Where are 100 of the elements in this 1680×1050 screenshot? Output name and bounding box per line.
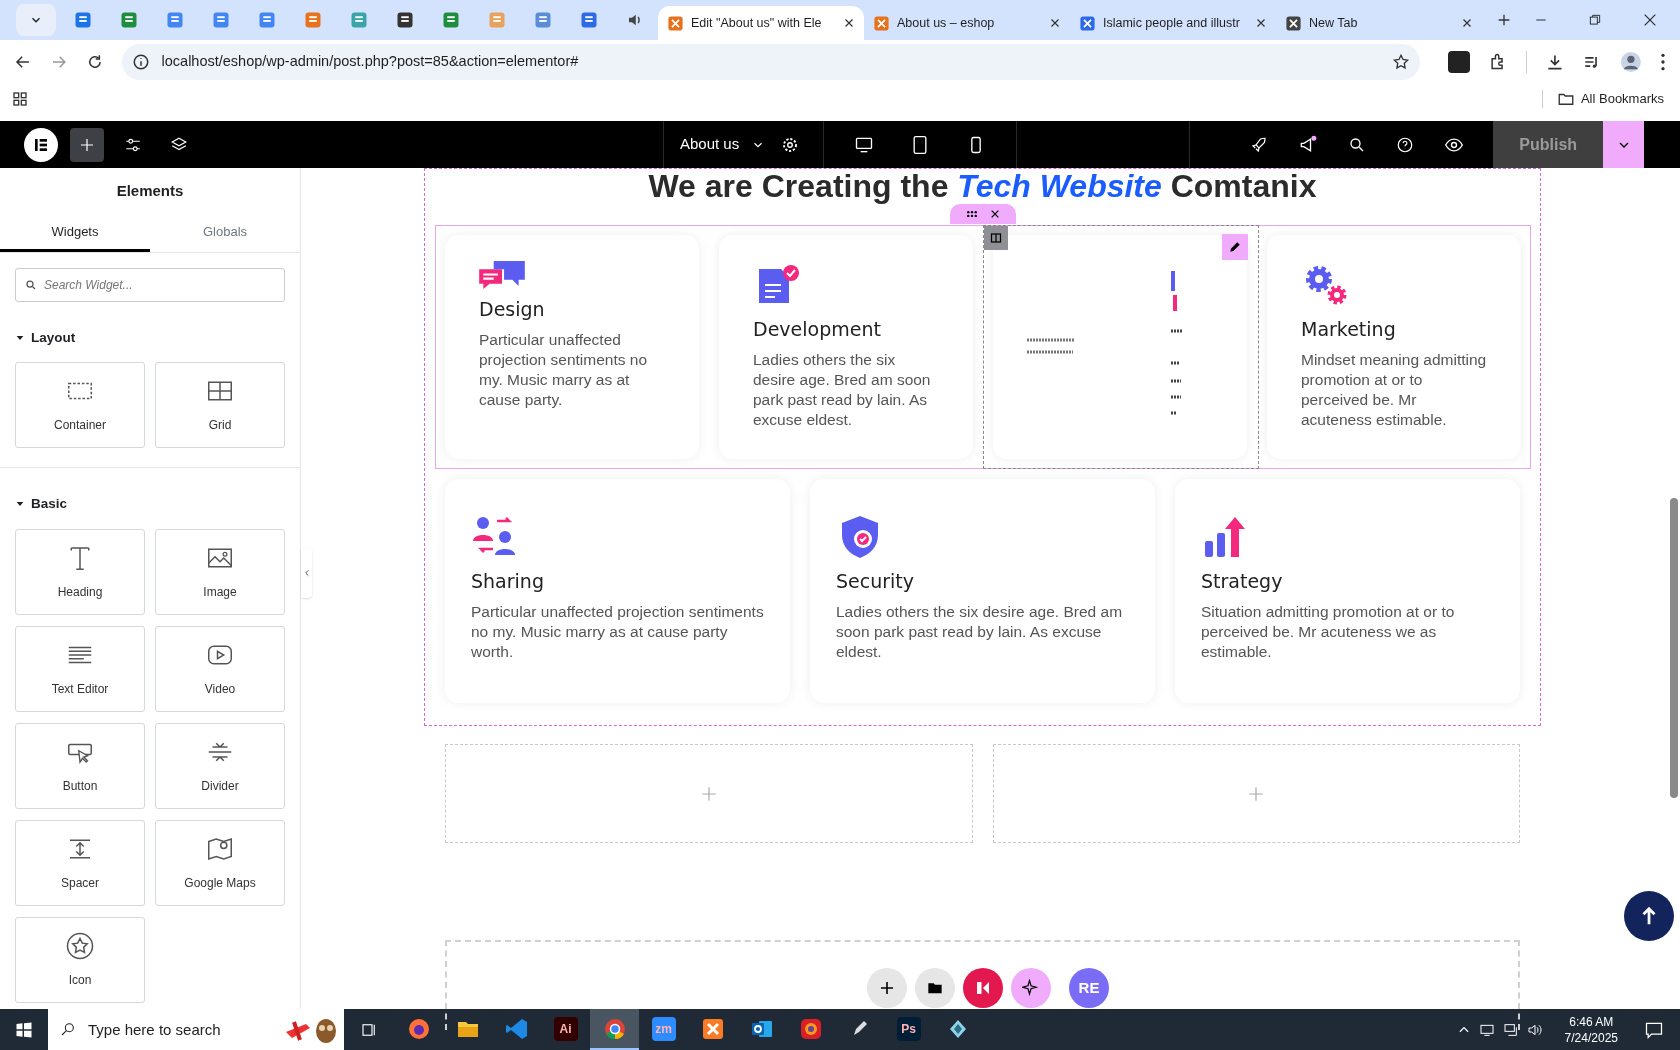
card-text: Mindset meaning admitting promotion at or to perceived be. Mr acuteness estimable.	[1301, 349, 1487, 430]
folder-icon	[927, 980, 943, 996]
add-section-button[interactable]	[867, 968, 907, 1008]
panel-tab[interactable]: Globals	[150, 214, 300, 252]
rocket-icon[interactable]	[1250, 135, 1269, 154]
widget-tile[interactable]: Divider	[155, 722, 285, 809]
section-heading: We are Creating the Tech Website Comtanix	[647, 169, 1318, 203]
publish-button[interactable]: Publish	[1493, 121, 1604, 168]
widget-tile[interactable]: Heading	[15, 528, 145, 615]
widget-tile[interactable]: Google Maps	[155, 819, 285, 906]
address-bar[interactable]: localhost/eshop/wp-admin/post.php?post=85&action=elementor#	[121, 44, 1420, 80]
page-title-dropdown[interactable]: About us	[664, 121, 782, 168]
plus-icon	[879, 980, 895, 996]
apps-icon[interactable]	[12, 90, 28, 107]
windows-icon	[15, 1020, 33, 1039]
more-icon[interactable]	[1660, 52, 1666, 72]
section-title[interactable]: Layout	[31, 328, 76, 349]
card-title: Sharing	[471, 569, 545, 594]
widget-tile[interactable]: Grid	[155, 362, 285, 449]
cloud-app-icon	[798, 1016, 823, 1041]
plus-icon	[699, 784, 718, 803]
drag-icon[interactable]	[966, 209, 978, 219]
taskbar-app[interactable]: Ps	[884, 1009, 933, 1050]
addon-button[interactable]: RE	[1069, 968, 1109, 1008]
plus-icon	[79, 136, 95, 153]
panel-collapse-handle[interactable]	[301, 548, 312, 598]
container-handle[interactable]	[950, 204, 1016, 224]
app-badge: zm	[651, 1016, 676, 1041]
close-icon[interactable]	[1642, 12, 1658, 28]
browser-tab[interactable]: Edit "About us" with Ele	[658, 6, 864, 40]
add-element-button[interactable]	[70, 127, 104, 162]
plus-icon	[1247, 784, 1266, 803]
taskbar-app[interactable]: Ai	[541, 1009, 590, 1050]
star-icon[interactable]	[1392, 53, 1410, 71]
help-icon[interactable]	[1396, 135, 1415, 154]
tab-title: Edit "About us" with Ele	[691, 14, 822, 32]
card-text: Situation admitting promotion at or to perceived be. Mr acuteness we as estimable.	[1201, 601, 1456, 662]
tab-title: About us – eshop	[897, 14, 995, 32]
browser-tab[interactable]: About us – eshop	[864, 6, 1070, 40]
widget-tile[interactable]: Container	[15, 362, 145, 449]
sparkle-icon	[1022, 979, 1040, 997]
browser-tab[interactable]: New Tab	[1276, 6, 1482, 40]
url-text: localhost/eshop/wp-admin/post.php?post=85&action=elementor#	[161, 52, 580, 72]
taskbar-search-field[interactable]: Type here to search	[48, 1009, 344, 1050]
clock-time[interactable]: 6:46 AM	[1569, 1013, 1614, 1030]
pencil-icon	[1228, 240, 1242, 254]
widget-tile[interactable]: Button	[15, 722, 145, 809]
card-title: Strategy	[1201, 569, 1284, 594]
clock-date[interactable]: 7/24/2025	[1564, 1029, 1618, 1046]
search-field[interactable]: Search Widget...	[15, 268, 285, 302]
card-title: Design	[479, 297, 546, 322]
extension-icon[interactable]	[1448, 51, 1470, 73]
search-icon	[60, 1021, 76, 1037]
new-tab-icon[interactable]	[1496, 12, 1512, 28]
close-icon[interactable]	[843, 17, 855, 29]
firefox-icon	[406, 1016, 431, 1041]
column-handle[interactable]	[984, 226, 1008, 250]
widget-tile[interactable]: Image	[155, 528, 285, 615]
avatar-icon[interactable]	[1620, 51, 1643, 73]
gear-icon[interactable]	[781, 135, 800, 154]
template-library-button[interactable]	[915, 968, 955, 1008]
tab-title: New Tab	[1309, 14, 1358, 32]
section-title[interactable]: Basic	[31, 494, 68, 515]
chat-icon	[479, 261, 525, 289]
megaphone-icon[interactable]	[1298, 134, 1319, 155]
card-text: Particular unaffected projection sentiments no my. Music marry as at cause party.	[479, 329, 648, 410]
logo-mark-icon	[33, 136, 49, 153]
close-icon[interactable]	[1255, 17, 1267, 29]
edit-widget-button[interactable]	[1222, 234, 1248, 260]
tab-title: Islamic people and illustr	[1103, 14, 1240, 32]
bookmarks-link[interactable]: All Bookmarks	[1580, 88, 1664, 109]
kit-button[interactable]	[963, 968, 1003, 1008]
search-icon	[25, 279, 37, 291]
chevron-left-icon	[302, 569, 311, 577]
scroll-to-top-button[interactable]	[1624, 891, 1674, 941]
xampp-icon	[700, 1016, 725, 1041]
elementor-logo[interactable]	[24, 127, 58, 162]
widget-tile[interactable]: Video	[155, 625, 285, 712]
widget-tile[interactable]: Icon	[15, 916, 145, 1003]
browser-tab[interactable]: Islamic people and illustr	[1070, 6, 1276, 40]
display-icon[interactable]	[1502, 1021, 1519, 1038]
card-text: Ladies others the six desire age. Bred am soon park past read by lain. As excuse eldest.	[836, 601, 1124, 662]
close-icon[interactable]	[1461, 17, 1473, 29]
widget-tile[interactable]: Spacer	[15, 819, 145, 906]
panel-title: Elements	[115, 180, 185, 201]
chrome-icon	[602, 1016, 627, 1041]
back-icon[interactable]	[14, 53, 32, 71]
info-icon[interactable]	[131, 53, 150, 71]
restore-icon[interactable]	[1588, 13, 1602, 27]
ai-button[interactable]	[1011, 968, 1051, 1008]
scrollbar-thumb[interactable]	[1670, 498, 1678, 798]
publish-options-button[interactable]	[1603, 121, 1645, 168]
close-icon[interactable]	[1049, 17, 1061, 29]
close-icon[interactable]	[990, 209, 1000, 219]
kit-logo-icon	[974, 979, 992, 997]
vscode-icon	[504, 1016, 529, 1041]
columns-icon	[990, 232, 1002, 244]
app-badge: Ai	[553, 1016, 578, 1041]
widget-tile[interactable]: Text Editor	[15, 625, 145, 712]
panel-tab[interactable]: Widgets	[0, 214, 150, 252]
